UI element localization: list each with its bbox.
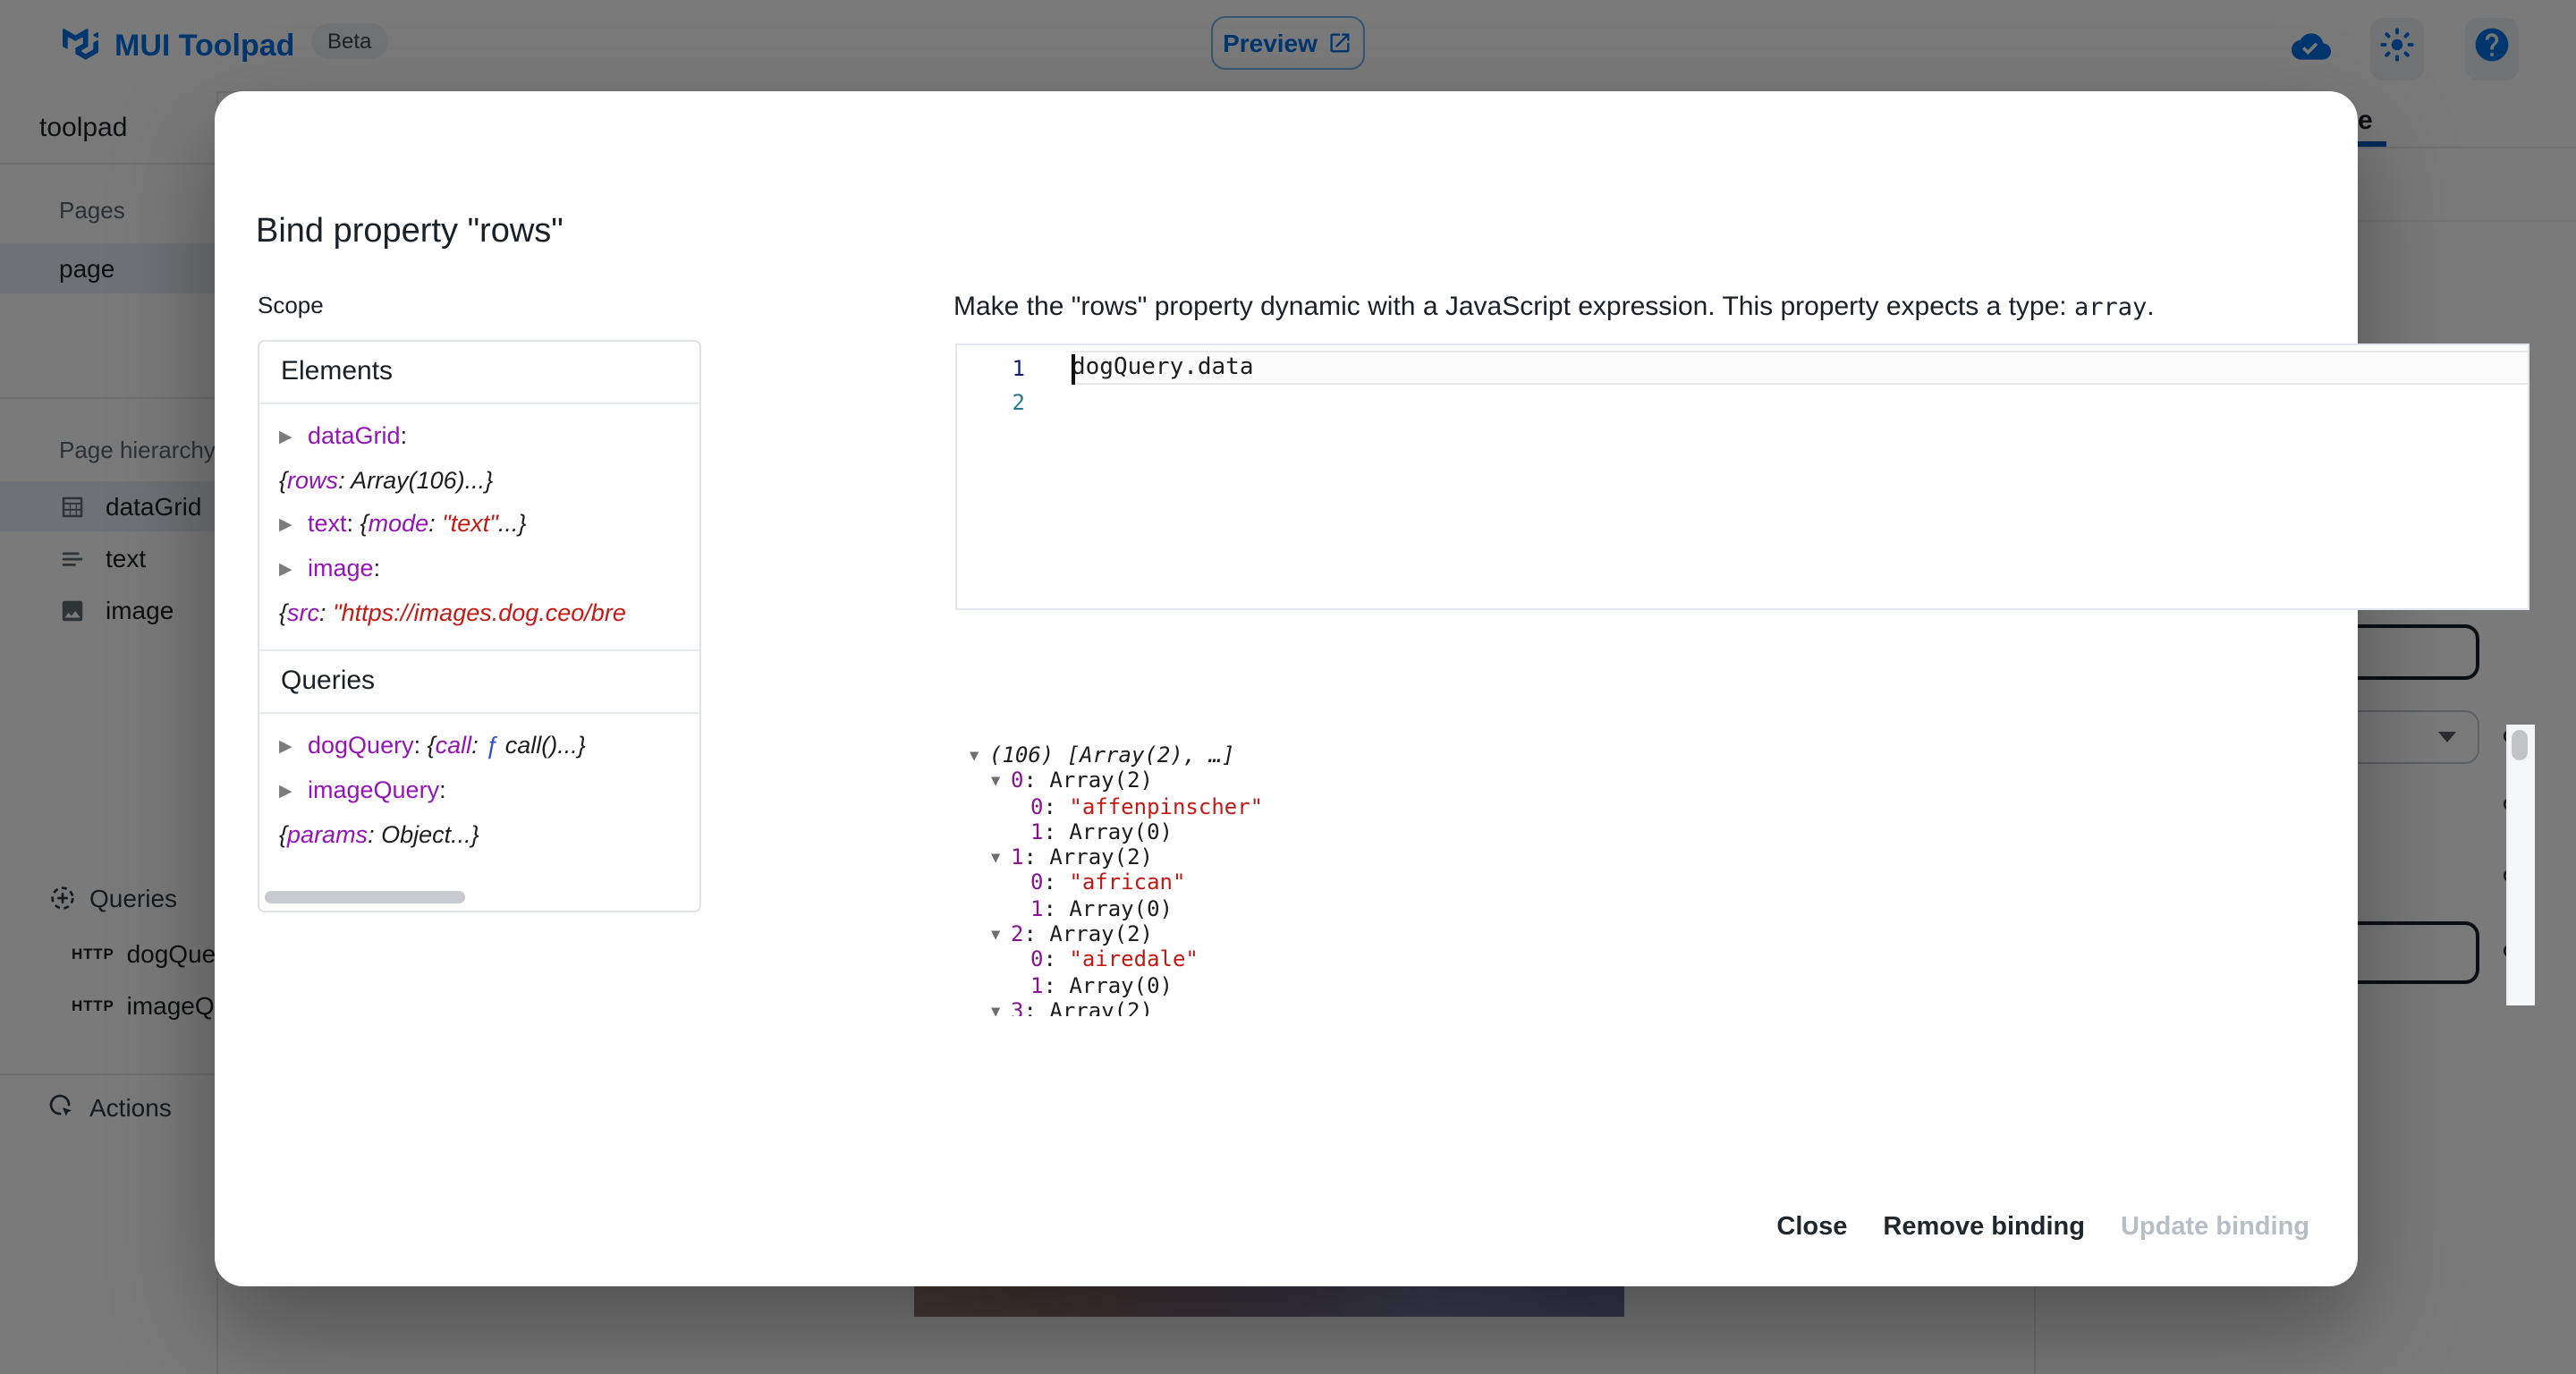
tree-value: Array(2) — [1049, 998, 1153, 1016]
code-text: dogQuery.data — [1072, 354, 1254, 381]
result-tree-row[interactable]: ▼0: Array(2) — [962, 768, 2501, 794]
scope-tree-row[interactable]: {rows: Array(106)...} — [279, 460, 699, 503]
queries-header: Queries — [259, 649, 699, 714]
result-tree-row[interactable]: ▼(106) [Array(2), …] — [962, 742, 2501, 768]
line-number: 2 — [957, 389, 1025, 414]
update-binding-button[interactable]: Update binding — [2103, 1200, 2327, 1254]
queries-tree[interactable]: ▶dogQuery: {call: ƒ call()...}▶imageQuer… — [259, 714, 699, 871]
remove-binding-button[interactable]: Remove binding — [1865, 1200, 2103, 1254]
vertical-scrollbar-track[interactable] — [2506, 725, 2535, 1005]
screen: MUI Toolpad Beta Preview toolpad P — [0, 0, 2576, 1374]
tree-value: Array(2) — [1049, 768, 1153, 793]
scope-tree-row[interactable]: {src: "https://images.dog.ceo/bre — [279, 592, 699, 635]
scope-label: Scope — [258, 292, 324, 318]
expected-type: array — [2074, 293, 2147, 322]
evaluation-result-tree[interactable]: ▼(106) [Array(2), …]▼0: Array(2)0: "affe… — [962, 732, 2501, 1016]
scope-tree-row[interactable]: ▶dataGrid: — [279, 415, 699, 460]
code-area[interactable] — [1072, 385, 2528, 419]
tree-key: 1 — [1030, 896, 1043, 921]
dialog-footer: Close Remove binding Update binding — [1758, 1200, 2327, 1254]
tree-key: 3 — [1011, 998, 1023, 1016]
tree-value: "affenpinscher" — [1069, 793, 1263, 818]
tree-key: 2 — [1011, 921, 1023, 946]
expand-arrow-icon[interactable]: ▼ — [991, 923, 1011, 949]
result-tree-row[interactable]: 1: Array(0) — [962, 972, 2501, 998]
tree-key: 1 — [1030, 972, 1043, 997]
expand-arrow-icon[interactable]: ▶ — [279, 505, 308, 547]
line-number: 1 — [957, 355, 1025, 380]
elements-header: Elements — [259, 342, 699, 404]
tree-key: 1 — [1030, 819, 1043, 844]
code-area[interactable]: dogQuery.data — [1072, 351, 2528, 385]
array-summary: (106) [Array(2), …] — [989, 742, 1235, 768]
result-tree-row[interactable]: 0: "affenpinscher" — [962, 793, 2501, 819]
tree-key: 0 — [1030, 870, 1043, 895]
scope-tree-row[interactable]: {params: Object...} — [279, 814, 699, 857]
tree-value: Array(0) — [1069, 896, 1173, 921]
horizontal-scrollbar[interactable] — [265, 891, 465, 903]
result-tree-row[interactable]: 0: "airedale" — [962, 947, 2501, 973]
editor-line[interactable]: 1 dogQuery.data — [957, 351, 2528, 385]
tree-value: Array(2) — [1049, 921, 1153, 946]
result-tree-row[interactable]: 1: Array(0) — [962, 896, 2501, 922]
tree-value: Array(0) — [1069, 972, 1173, 997]
result-tree-row[interactable]: 1: Array(0) — [962, 819, 2501, 845]
result-tree-row[interactable]: ▼1: Array(2) — [962, 844, 2501, 870]
tree-value: Array(0) — [1069, 819, 1173, 844]
scope-tree-row[interactable]: ▶dogQuery: {call: ƒ call()...} — [279, 725, 699, 769]
expand-arrow-icon[interactable]: ▼ — [991, 846, 1011, 872]
text-caret — [1072, 354, 1074, 385]
tree-key: 0 — [1030, 793, 1043, 818]
tree-value: "airedale" — [1069, 947, 1199, 972]
tree-key: 0 — [1011, 768, 1023, 793]
tree-key: 0 — [1030, 947, 1043, 972]
scope-tree-row[interactable]: ▶text: {mode: "text"...} — [279, 503, 699, 547]
elements-tree[interactable]: ▶dataGrid:{rows: Array(106)...}▶text: {m… — [259, 404, 699, 649]
dialog-description: Make the "rows" property dynamic with a … — [953, 292, 2155, 322]
expression-code-editor[interactable]: 1 dogQuery.data 2 — [955, 344, 2529, 610]
tree-value: Array(2) — [1049, 844, 1153, 869]
result-tree-row[interactable]: 0: "african" — [962, 870, 2501, 896]
description-text: Make the "rows" property dynamic with a … — [953, 292, 2074, 322]
close-button[interactable]: Close — [1758, 1200, 1865, 1254]
editor-line[interactable]: 2 — [957, 385, 2528, 419]
scope-tree-row[interactable]: ▶image: — [279, 547, 699, 592]
expand-arrow-icon[interactable]: ▼ — [991, 770, 1011, 796]
expand-arrow-icon[interactable]: ▶ — [279, 726, 308, 769]
dialog-title: Bind property "rows" — [256, 213, 564, 252]
scope-tree-row[interactable]: ▶imageQuery: — [279, 769, 699, 814]
tree-key: 1 — [1011, 844, 1023, 869]
result-tree-row[interactable]: ▼2: Array(2) — [962, 921, 2501, 947]
scope-panel: Elements ▶dataGrid:{rows: Array(106)...}… — [258, 340, 701, 912]
expand-arrow-icon[interactable]: ▼ — [991, 1000, 1011, 1016]
result-tree-row[interactable]: ▼3: Array(2) — [962, 998, 2501, 1016]
expand-arrow-icon[interactable]: ▶ — [279, 549, 308, 592]
vertical-scrollbar-thumb[interactable] — [2512, 730, 2528, 760]
expand-arrow-icon[interactable]: ▼ — [970, 744, 989, 770]
tree-value: "african" — [1069, 870, 1185, 895]
expand-arrow-icon[interactable]: ▶ — [279, 417, 308, 460]
expand-arrow-icon[interactable]: ▶ — [279, 771, 308, 814]
bind-property-dialog: Bind property "rows" Scope Elements ▶dat… — [215, 91, 2358, 1286]
